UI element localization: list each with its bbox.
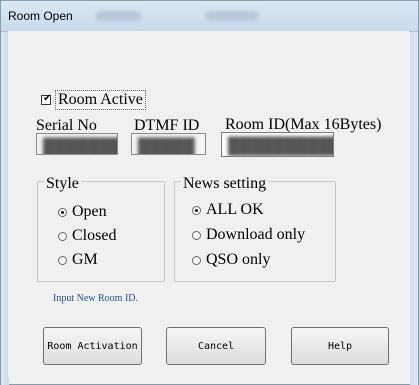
style-option-label: Open <box>72 203 107 220</box>
news-option-download-only[interactable]: Download only <box>192 226 305 244</box>
window-title: Room Open <box>8 9 73 23</box>
room-activation-button[interactable]: Room Activation <box>43 327 142 365</box>
room-id-input[interactable]: ███████████ <box>221 132 334 157</box>
dtmf-id-value: █████ <box>138 139 195 155</box>
help-button[interactable]: Help <box>291 327 389 365</box>
dtmf-id-field: █████ <box>131 133 206 155</box>
serial-no-value: ████████ <box>43 139 117 155</box>
style-option-open[interactable]: Open <box>58 203 107 221</box>
style-option-gm[interactable]: GM <box>58 251 98 269</box>
radio-icon[interactable] <box>58 255 67 265</box>
title-bar[interactable]: Room Open <box>1 1 418 32</box>
checkbox-box[interactable]: ✔ <box>41 93 52 105</box>
radio-selected-icon[interactable] <box>192 205 201 215</box>
status-message: Input New Room ID. <box>53 293 138 304</box>
style-group-title: Style <box>44 175 81 193</box>
title-blurred-text <box>96 11 141 21</box>
radio-icon[interactable] <box>192 255 201 265</box>
news-setting-group-title: News setting <box>181 175 269 193</box>
radio-selected-icon[interactable] <box>58 207 67 217</box>
style-option-label: GM <box>72 251 98 268</box>
news-option-label: QSO only <box>206 251 271 268</box>
cancel-button[interactable]: Cancel <box>166 327 266 365</box>
news-option-label: Download only <box>206 226 306 243</box>
title-blurred-text <box>206 11 258 21</box>
serial-no-field: ████████ <box>36 133 118 155</box>
room-active-checkbox[interactable]: ✔ Room Active <box>41 90 146 110</box>
style-option-label: Closed <box>72 227 117 244</box>
room-active-label: Room Active <box>55 90 146 110</box>
window-right-border <box>410 32 418 385</box>
style-option-closed[interactable]: Closed <box>58 227 116 245</box>
news-option-label: ALL OK <box>206 201 264 218</box>
checkmark-icon: ✔ <box>43 93 52 104</box>
radio-icon[interactable] <box>192 230 201 240</box>
radio-icon[interactable] <box>58 231 67 241</box>
room-id-value: ███████████ <box>228 138 333 155</box>
news-option-all-ok[interactable]: ALL OK <box>192 201 264 219</box>
news-option-qso-only[interactable]: QSO only <box>192 251 270 269</box>
